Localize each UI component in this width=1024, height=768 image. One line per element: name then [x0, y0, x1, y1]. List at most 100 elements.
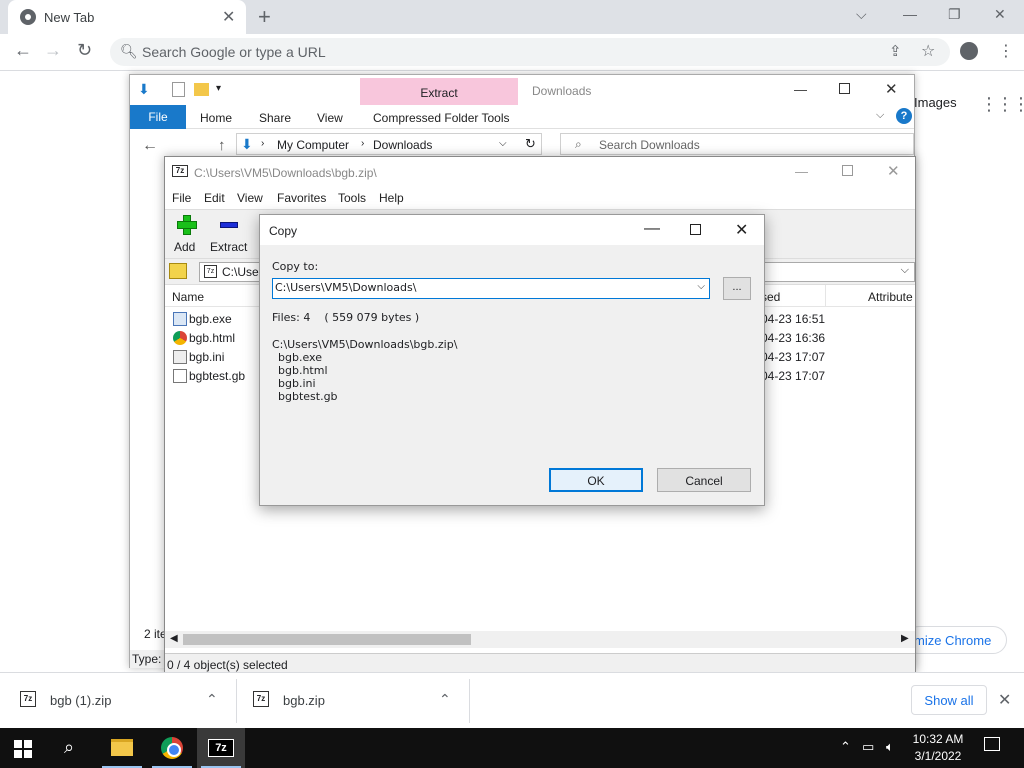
ribbon-tab-view[interactable]: View: [317, 111, 343, 125]
bookmark-star-icon[interactable]: ☆: [921, 41, 935, 61]
column-name[interactable]: Name: [172, 290, 204, 304]
download-separator: [236, 679, 237, 723]
column-attributes[interactable]: Attribute: [868, 290, 913, 304]
omnibox[interactable]: 🔍︎ Search Google or type a URL: [110, 38, 950, 66]
google-apps-icon[interactable]: ⋮⋮⋮: [980, 94, 1024, 114]
ok-button[interactable]: OK: [549, 468, 643, 492]
sevenzip-minimize-icon[interactable]: —: [795, 164, 808, 179]
address-refresh-icon[interactable]: ↻: [525, 136, 536, 152]
extract-button[interactable]: Extract: [207, 210, 255, 258]
chevron-up-icon[interactable]: ⌃: [206, 691, 218, 708]
explorer-minimize-icon[interactable]: —: [794, 82, 807, 97]
show-all-button[interactable]: Show all: [911, 685, 987, 715]
download-name: bgb (1).zip: [50, 693, 112, 708]
add-button[interactable]: Add: [165, 210, 205, 258]
qat-dropdown-icon[interactable]: ▾: [216, 83, 221, 94]
chrome-close-icon[interactable]: ✕: [994, 6, 1006, 23]
ribbon-tab-share[interactable]: Share: [259, 111, 291, 125]
breadcrumb-sep-icon: ›: [261, 138, 265, 149]
file-modified: 04-23 16:36: [761, 331, 826, 345]
quick-access-download-icon[interactable]: ⬇: [138, 81, 150, 98]
ribbon-file-tab[interactable]: File: [130, 105, 186, 129]
explorer-maximize-icon[interactable]: [839, 83, 850, 94]
menu-edit[interactable]: Edit: [204, 191, 225, 205]
breadcrumb-my-computer[interactable]: My Computer: [277, 138, 349, 152]
dialog-maximize-icon[interactable]: [690, 224, 701, 235]
ribbon-tab-home[interactable]: Home: [200, 111, 232, 125]
menu-file[interactable]: File: [172, 191, 191, 205]
chrome-minimize-icon[interactable]: —: [903, 6, 917, 22]
taskbar-7zip[interactable]: 7z: [197, 728, 245, 768]
column-divider[interactable]: [825, 285, 826, 307]
path-value: C:\Users\VM5\Downloads\: [275, 281, 417, 294]
explorer-close-icon[interactable]: ✕: [885, 80, 898, 98]
help-icon[interactable]: ?: [896, 108, 912, 124]
windows-start-icon[interactable]: [14, 740, 32, 758]
sevenzip-title: C:\Users\VM5\Downloads\bgb.zip\: [194, 166, 377, 180]
scroll-left-icon[interactable]: ◀: [170, 633, 178, 644]
address-text: C:\User: [222, 265, 263, 279]
ribbon-tab-compressed-tools[interactable]: Compressed Folder Tools: [373, 111, 510, 125]
taskbar-search-icon[interactable]: ⌕: [64, 737, 74, 758]
chrome-menu-icon[interactable]: ⋮: [998, 41, 1014, 61]
forward-arrow-icon[interactable]: →: [44, 40, 62, 61]
explorer-up-icon[interactable]: ↑: [218, 137, 226, 154]
menu-tools[interactable]: Tools: [338, 191, 366, 205]
share-icon[interactable]: ⇪: [889, 42, 902, 60]
folder-up-icon[interactable]: [169, 263, 187, 279]
ribbon-expand-icon[interactable]: ⌵: [876, 109, 884, 122]
dialog-minimize-icon[interactable]: —: [644, 220, 660, 238]
chevron-up-icon[interactable]: ⌃: [439, 691, 451, 708]
taskbar-chrome[interactable]: [148, 728, 196, 768]
downloads-close-icon[interactable]: ✕: [998, 690, 1011, 710]
chrome-restore-icon[interactable]: ❐: [948, 6, 961, 23]
horizontal-scrollbar[interactable]: ◀ ▶: [165, 631, 915, 648]
volume-icon[interactable]: 🔈︎: [886, 739, 894, 755]
download-item[interactable]: 7z bgb.zip ⌃: [253, 673, 453, 729]
sevenzip-close-icon[interactable]: ✕: [887, 162, 900, 180]
menu-view[interactable]: View: [237, 191, 263, 205]
back-arrow-icon[interactable]: ←: [14, 40, 32, 61]
network-icon[interactable]: ▭: [862, 739, 874, 755]
tray-chevron-up-icon[interactable]: ⌃: [840, 739, 851, 755]
extract-label: Extract: [210, 240, 248, 254]
file-name: bgb.exe: [189, 312, 232, 326]
copy-to-path-input[interactable]: C:\Users\VM5\Downloads\ ⌵: [272, 278, 710, 299]
folder-icon: [111, 739, 133, 756]
clock-time[interactable]: 10:32 AM: [910, 732, 966, 746]
dialog-close-icon[interactable]: ✕: [735, 220, 748, 240]
new-tab-plus-icon[interactable]: +: [258, 4, 271, 30]
tab-search-chevron-icon[interactable]: ⌵: [856, 6, 867, 23]
download-separator: [469, 679, 470, 723]
file-name: bgb.html: [189, 331, 236, 345]
scroll-right-icon[interactable]: ▶: [901, 633, 909, 644]
extract-contextual-tab[interactable]: Extract: [360, 78, 518, 106]
customize-chrome-button[interactable]: mize Chrome: [905, 626, 1007, 654]
breadcrumb-downloads[interactable]: Downloads: [373, 138, 432, 152]
address-dropdown-icon[interactable]: ⌵: [901, 264, 909, 277]
properties-icon[interactable]: [172, 82, 185, 97]
profile-avatar-icon[interactable]: [960, 42, 978, 60]
explorer-back-icon[interactable]: ←: [142, 137, 158, 155]
tab-close-icon[interactable]: ✕: [222, 7, 235, 27]
explorer-address-bar[interactable]: ⬇ › My Computer › Downloads ⌵ ↻: [236, 133, 542, 155]
new-folder-icon[interactable]: [194, 83, 209, 96]
explorer-ribbon: File Home Share View Compressed Folder T…: [130, 105, 914, 129]
chrome-tab-new-tab[interactable]: New Tab ✕: [8, 0, 246, 34]
address-dropdown-icon[interactable]: ⌵: [499, 138, 507, 149]
menu-favorites[interactable]: Favorites: [277, 191, 326, 205]
menu-help[interactable]: Help: [379, 191, 404, 205]
reload-icon[interactable]: ↻: [77, 40, 92, 61]
taskbar-explorer[interactable]: [98, 728, 146, 768]
ini-icon: [173, 350, 187, 364]
clock-date[interactable]: 3/1/2022: [910, 749, 966, 763]
browse-button[interactable]: ...: [723, 277, 751, 300]
sevenzip-maximize-icon[interactable]: [842, 165, 853, 176]
notification-icon[interactable]: [984, 737, 1000, 751]
download-item[interactable]: 7z bgb (1).zip ⌃: [20, 673, 220, 729]
path-dropdown-icon[interactable]: ⌵: [697, 281, 705, 292]
cancel-button[interactable]: Cancel: [657, 468, 751, 492]
images-link[interactable]: Images: [914, 95, 957, 110]
scrollbar-thumb[interactable]: [183, 634, 471, 645]
explorer-search-input[interactable]: ⌕ Search Downloads: [560, 133, 914, 155]
